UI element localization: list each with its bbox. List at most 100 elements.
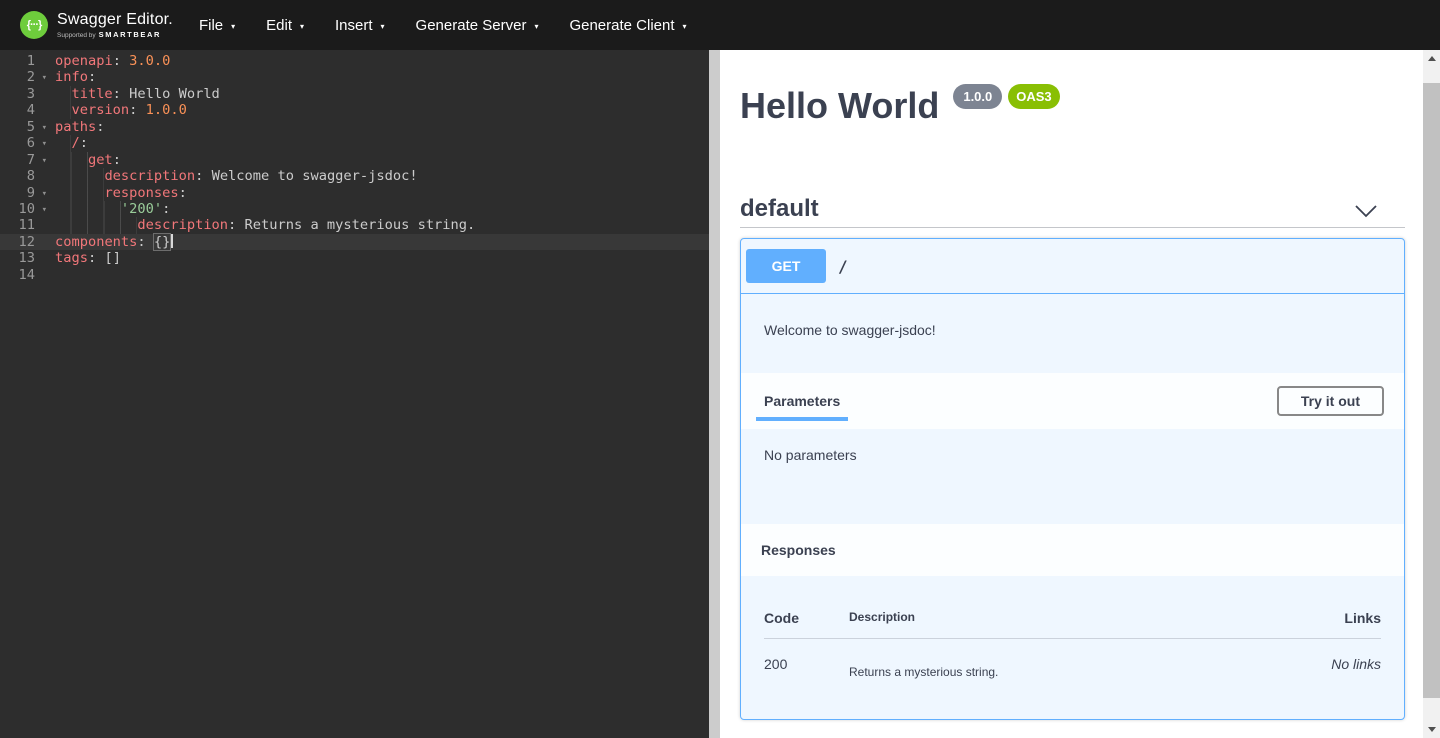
fold-chevron-icon[interactable]: ▾ (42, 153, 47, 169)
editor-line[interactable]: 9▾responses: (0, 185, 709, 201)
editor-line[interactable]: 3 title: Hello World (0, 86, 709, 102)
code-token: : (88, 69, 96, 85)
code-token: description (104, 168, 195, 184)
code-text: /: (48, 135, 709, 151)
line-number-text: 8 (27, 168, 35, 184)
menu-label: Insert (335, 17, 373, 34)
http-method-badge: GET (746, 249, 826, 283)
code-token: version (71, 102, 129, 118)
code-token: : (80, 135, 88, 151)
parameters-body: No parameters (741, 429, 1404, 524)
menu-generate-server[interactable]: Generate Server▾ (416, 17, 539, 34)
editor-line[interactable]: 12components: {} (0, 234, 709, 250)
code-token: : Hello World (113, 86, 220, 102)
line-number: 13 (0, 250, 48, 266)
code-text: info: (48, 69, 709, 85)
chevron-down-icon: ▾ (231, 22, 235, 31)
brand-title: Swagger Editor. (57, 11, 173, 29)
code-token: : [] (88, 250, 121, 266)
fold-chevron-icon[interactable]: ▾ (42, 202, 47, 218)
editor-line[interactable]: 8description: Welcome to swagger-jsdoc! (0, 168, 709, 184)
scroll-down-button[interactable] (1423, 721, 1440, 738)
operation-description: Welcome to swagger-jsdoc! (741, 294, 1404, 373)
line-number: 4 (0, 102, 48, 118)
menu-file[interactable]: File▾ (199, 17, 235, 34)
operation-path: / (838, 257, 848, 276)
code-text: responses: (48, 185, 709, 201)
tag-header[interactable]: default (740, 195, 1405, 228)
editor-line[interactable]: 13 tags: [] (0, 250, 709, 266)
line-number-text: 4 (27, 102, 35, 118)
menu-label: Generate Client (569, 17, 674, 34)
menu-generate-client[interactable]: Generate Client▾ (569, 17, 686, 34)
code-token: paths (55, 119, 96, 135)
fold-chevron-icon[interactable]: ▾ (42, 120, 47, 136)
code-token: tags (55, 250, 88, 266)
code-text: openapi: 3.0.0 (48, 53, 709, 69)
brand-text: Swagger Editor. Supported bySMARTBEAR (57, 11, 173, 39)
line-number-text: 13 (19, 250, 35, 266)
indent-guides (55, 185, 104, 201)
fold-chevron-icon[interactable]: ▾ (42, 136, 47, 152)
scroll-up-button[interactable] (1423, 50, 1440, 67)
line-number-text: 5 (27, 119, 35, 135)
response-row: 200Returns a mysterious string.No links (764, 639, 1381, 719)
indent-guides (55, 168, 104, 184)
editor-line[interactable]: 5▾paths: (0, 119, 709, 135)
braces-icon: {···} (27, 19, 42, 31)
code-token: description (137, 217, 228, 233)
editor-line[interactable]: 4version: 1.0.0 (0, 102, 709, 118)
line-number: 1 (0, 53, 48, 69)
code-token: {} (154, 234, 170, 250)
code-token: : (113, 53, 129, 69)
menu-bar: File▾Edit▾Insert▾Generate Server▾Generat… (199, 17, 718, 34)
editor-line[interactable]: 6▾/: (0, 135, 709, 151)
responses-table-header: Code Description Links (764, 596, 1381, 639)
try-it-out-button[interactable]: Try it out (1277, 386, 1384, 416)
brand-tagline: Supported bySMARTBEAR (57, 30, 173, 39)
line-number: 2▾ (0, 69, 48, 85)
menu-edit[interactable]: Edit▾ (266, 17, 304, 34)
editor-line[interactable]: 7▾get: (0, 152, 709, 168)
line-number: 7▾ (0, 152, 48, 168)
line-number-text: 1 (27, 53, 35, 69)
fold-chevron-icon[interactable]: ▾ (42, 70, 47, 86)
line-number: 11 (0, 217, 48, 233)
scrollbar-thumb[interactable] (1423, 83, 1440, 698)
indent-guides (55, 152, 88, 168)
editor-line[interactable]: 1 openapi: 3.0.0 (0, 53, 709, 69)
arrow-down-icon (1428, 727, 1436, 732)
code-text (48, 267, 709, 283)
swagger-logo-icon: {···} (20, 11, 48, 39)
responses-title: Responses (761, 542, 836, 558)
code-token: openapi (55, 53, 113, 69)
code-editor[interactable]: 1openapi: 3.0.02▾info:3title: Hello Worl… (0, 50, 709, 738)
page-scrollbar[interactable] (1423, 50, 1440, 738)
opblock-summary[interactable]: GET / (741, 239, 1404, 294)
code-token: components (55, 234, 137, 250)
editor-line[interactable]: 10▾'200': (0, 201, 709, 217)
responses-table-rows: 200Returns a mysterious string.No links (764, 639, 1381, 719)
api-title: Hello World (740, 88, 939, 124)
tab-parameters[interactable]: Parameters (756, 393, 848, 421)
api-info: Hello World 1.0.0 OAS3 (740, 88, 1405, 124)
no-parameters-message: No parameters (764, 447, 857, 463)
line-number-text: 3 (27, 86, 35, 102)
code-token: title (71, 86, 112, 102)
line-number-text: 7 (27, 152, 35, 168)
code-token: get (88, 152, 113, 168)
menu-insert[interactable]: Insert▾ (335, 17, 385, 34)
response-code: 200 (764, 656, 849, 679)
editor-line[interactable]: 2▾info: (0, 69, 709, 85)
chevron-down-icon[interactable] (1355, 205, 1377, 218)
editor-line[interactable]: 14 (0, 267, 709, 283)
response-description: Returns a mysterious string. (849, 665, 1261, 679)
pane-splitter[interactable] (709, 50, 720, 738)
editor-line[interactable]: 11description: Returns a mysterious stri… (0, 217, 709, 233)
code-token: : (162, 201, 170, 217)
fold-chevron-icon[interactable]: ▾ (42, 186, 47, 202)
tagline-brand: SMARTBEAR (99, 30, 161, 39)
swagger-editor-brand[interactable]: {···} Swagger Editor. Supported bySMARTB… (20, 11, 173, 39)
code-token: 3.0.0 (129, 53, 170, 69)
line-number: 8 (0, 168, 48, 184)
